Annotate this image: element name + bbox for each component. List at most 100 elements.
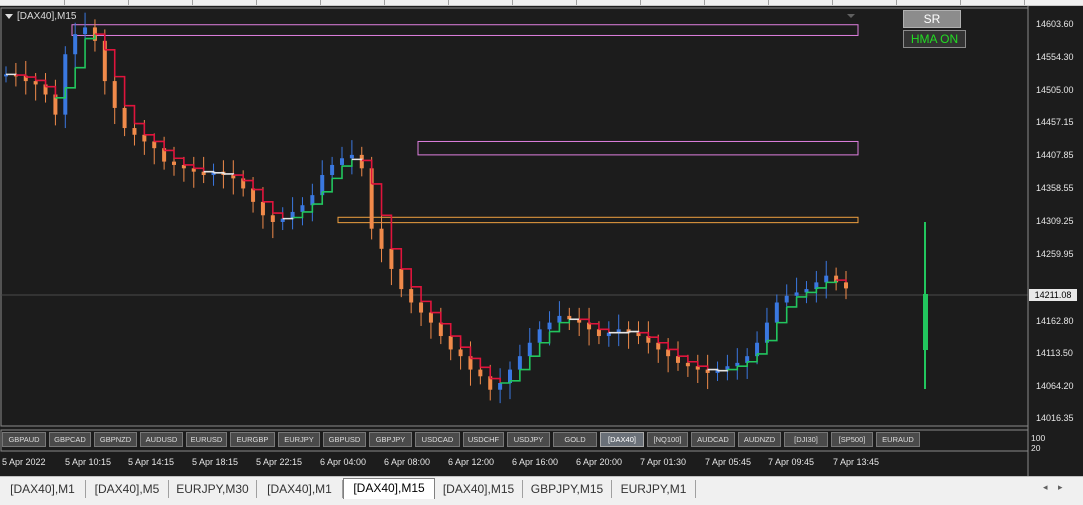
candle-body [547,322,552,330]
chart-shift-icon [847,14,855,18]
symbol-button[interactable]: GBPUSD [323,432,366,447]
top-tick [1024,0,1025,5]
time-tick-label: 5 Apr 18:15 [192,457,239,467]
hma-toggle-button[interactable]: HMA ON [903,30,966,48]
top-tick [192,0,193,5]
candle-body [774,302,779,323]
top-tick [960,0,961,5]
sr-zones [71,24,859,224]
symbol-button[interactable]: GBPJPY [369,432,412,447]
symbol-button[interactable]: USDCAD [415,432,460,447]
symbol-button[interactable]: [NQ100] [647,432,688,447]
time-tick-label: 7 Apr 01:30 [640,457,687,467]
symbol-button[interactable]: AUDNZD [738,432,781,447]
chart-tab[interactable]: [DAX40],M1 [0,480,86,498]
symbol-button[interactable]: EURAUD [876,432,920,447]
price-tick-label: 14554.30 [1036,52,1074,62]
symbol-button[interactable]: GBPCAD [49,432,91,447]
top-tick [64,0,65,5]
candle-body [152,141,157,149]
candle-body [260,201,265,216]
candle-body [824,275,829,283]
chart-tab[interactable]: GBPJPY,M15 [523,480,612,498]
price-tick-label: 14505.00 [1036,85,1074,95]
chevron-down-icon[interactable] [5,14,13,19]
time-tick-label: 5 Apr 14:15 [128,457,175,467]
chart-tab[interactable]: [DAX40],M5 [86,480,169,498]
time-tick-label: 6 Apr 04:00 [320,457,367,467]
candle-body [251,188,256,202]
symbol-button[interactable]: [SP500] [831,432,873,447]
time-tick-label: 5 Apr 2022 [2,457,46,467]
candle-body [676,356,680,363]
price-tick-label: 14603.60 [1036,19,1074,29]
price-tick-label: 14064.20 [1036,381,1074,391]
candle-body [33,81,38,85]
chart-tab[interactable]: [DAX40],M15 [435,480,523,498]
candle-body [448,336,453,350]
candle-body [409,289,414,303]
symbol-button[interactable]: [DAX40] [600,432,644,447]
top-tick [512,0,513,5]
symbol-button[interactable]: GBPAUD [2,432,46,447]
time-tick-label: 5 Apr 10:15 [65,457,112,467]
chart-tab-bar: EURJPY,M1 GBPJPY,M15 [DAX40],M15 [DAX40],M1… [0,476,1083,505]
candle-body [300,205,305,212]
candle-body [330,164,335,176]
volume-bar-thick [923,294,928,350]
candle-body [458,349,463,357]
top-tick [896,0,897,5]
top-tick [384,0,385,5]
candle-body [142,134,147,142]
candle-body [557,315,562,323]
candle-body [596,329,601,337]
symbol-button[interactable]: EURUSD [186,432,227,447]
top-tick [640,0,641,5]
candle-body [83,27,88,35]
price-tick-label: 14113.50 [1036,348,1073,358]
chart-tab[interactable]: [DAX40],M1 [257,480,343,498]
candle-body [389,248,394,269]
symbol-button[interactable]: GOLD [553,432,597,447]
candle-body [527,342,532,357]
candle-body [666,349,671,357]
symbol-button[interactable]: [DJI30] [784,432,828,447]
symbol-button[interactable]: EURJPY [278,432,320,447]
candle-body [63,54,68,115]
top-tick [832,0,833,5]
candle-body [794,292,799,296]
symbol-button[interactable]: GBPNZD [94,432,137,447]
sr-button[interactable]: SR [903,10,961,28]
candle-body [379,228,384,249]
candle-body [438,322,443,337]
time-tick-label: 5 Apr 22:15 [256,457,303,467]
time-tick-label: 6 Apr 16:00 [512,457,559,467]
symbol-button[interactable]: USDJPY [507,432,550,447]
chart-area[interactable]: [DAX40],M15 14603.60 14554.30 14505.00 1445… [0,6,1083,476]
symbol-button[interactable]: AUDCAD [691,432,735,447]
tab-scroll-arrows-icon[interactable]: ◂ ▸ [1043,482,1067,493]
top-tick [768,0,769,5]
chart-tab[interactable]: [DAX40],M15 [343,478,435,499]
price-tick-label: 14162.80 [1036,316,1074,326]
chart-tab[interactable]: EURJPY,M30 [169,480,257,498]
candle-body [656,342,661,350]
candle-body [132,128,137,135]
hma-line [6,33,847,384]
candle-body [270,215,275,222]
chart-tab[interactable]: EURJPY,M1 [612,480,696,498]
candle-body [517,356,522,370]
price-tick-label: 14407.85 [1036,150,1074,160]
price-tick-label: 14016.35 [1036,413,1074,423]
price-tick-label: 14457.15 [1036,117,1074,127]
price-tick-label: 14309.25 [1036,216,1074,226]
subwindow-level-20: 20 [1031,443,1041,453]
symbol-button[interactable]: USDCHF [463,432,504,447]
symbol-button[interactable]: AUDUSD [140,432,183,447]
symbol-button[interactable]: EURGBP [230,432,275,447]
candle-body [340,158,344,165]
time-tick-label: 7 Apr 09:45 [768,457,815,467]
candle-body [498,383,503,390]
chart-canvas[interactable] [0,6,1083,476]
price-tick-label: 14358.55 [1036,183,1074,193]
